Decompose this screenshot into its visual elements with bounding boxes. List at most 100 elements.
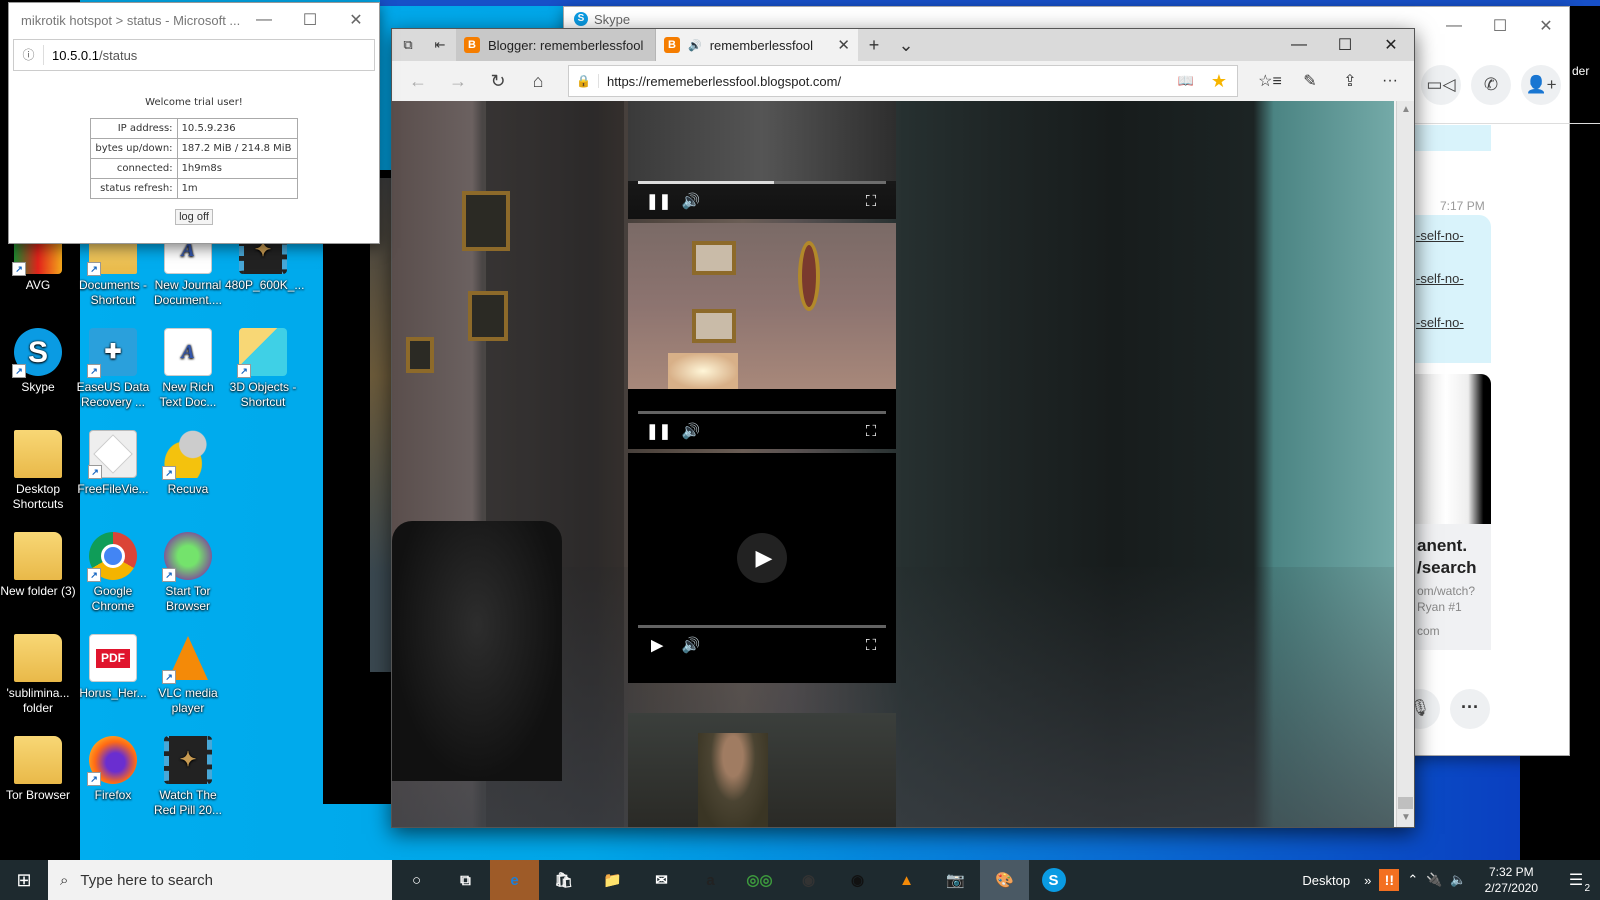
page-content[interactable]: ❚❚ 🔊 ⛶ ❚❚ 🔊 ⛶ ▶ ▶ 🔊 ⛶ (392, 101, 1394, 827)
video-progress-bar[interactable] (638, 181, 886, 184)
favorite-star-icon[interactable]: ★ (1201, 71, 1237, 92)
refresh-button[interactable]: ↻ (478, 63, 518, 99)
reading-view-icon[interactable]: 📖 (1171, 73, 1201, 89)
volume-icon[interactable]: 🔊 (680, 421, 702, 443)
video-progress-bar[interactable] (638, 411, 886, 414)
video-player[interactable] (628, 713, 896, 827)
taskbar-app-camera[interactable]: 📷 (931, 860, 980, 900)
desktop-icon[interactable]: ↗ 3D Objects - Shortcut (225, 328, 301, 410)
maximize-button[interactable]: ☐ (1477, 11, 1523, 41)
skype-link-preview-card[interactable]: anent. /search om/watch? Ryan #1 com (1415, 524, 1491, 650)
show-hidden-icons-chevron-up-icon[interactable]: ⌃ (1407, 872, 1418, 888)
edge-browser-window[interactable]: ⧉ ⇤ B Blogger: rememberlessfool B 🔊 reme… (391, 28, 1415, 828)
fullscreen-icon[interactable]: ⛶ (860, 635, 882, 657)
hotspot-titlebar[interactable]: mikrotik hotspot > status - Microsoft ..… (9, 3, 379, 37)
web-notes-icon[interactable]: ✎ (1290, 63, 1330, 99)
minimize-button[interactable]: — (241, 3, 287, 37)
info-icon[interactable]: ⓘ (14, 45, 44, 65)
fullscreen-icon[interactable]: ⛶ (860, 191, 882, 213)
fullscreen-icon[interactable]: ⛶ (860, 421, 882, 443)
url-text[interactable]: 10.5.0.1/status (44, 48, 137, 63)
tab-rememberlessfool[interactable]: B 🔊 rememberlessfool ✕ (656, 29, 858, 61)
taskbar-search-box[interactable]: ⌕ Type here to search (48, 860, 392, 900)
pause-icon[interactable]: ❚❚ (646, 191, 671, 213)
skype-message-link[interactable]: -self-no- (1416, 271, 1464, 286)
skype-message-link[interactable]: -self-no- (1416, 315, 1464, 330)
video-call-icon[interactable]: ▭◁ (1421, 65, 1461, 105)
lock-icon[interactable]: 🔒 (569, 74, 599, 88)
taskbar-app-paint[interactable]: 🎨 (980, 860, 1029, 900)
power-icon[interactable]: 🔌 (1426, 872, 1442, 888)
log-off-button[interactable]: log off (175, 209, 213, 225)
volume-icon[interactable]: 🔊 (680, 635, 702, 657)
taskbar-app-task-view[interactable]: ⧉ (441, 860, 490, 900)
close-button[interactable]: ✕ (1368, 29, 1414, 61)
share-icon[interactable]: ⇪ (1330, 63, 1370, 99)
set-aside-tabs-icon[interactable]: ⧉ (392, 29, 424, 61)
skype-link-preview-image[interactable] (1415, 374, 1491, 524)
taskbar-app-tripadvisor[interactable]: ◎◎ (735, 860, 784, 900)
taskbar-app-vlc[interactable]: ▲ (882, 860, 931, 900)
scrollbar-thumb[interactable] (1398, 797, 1413, 809)
home-button[interactable]: ⌂ (518, 63, 558, 99)
desktop-icon[interactable]: Tor Browser (0, 736, 76, 803)
audio-call-icon[interactable]: ✆ (1471, 65, 1511, 105)
desktop-icon[interactable]: ✦ Watch The Red Pill 20... (150, 736, 226, 818)
taskbar-app-file-explorer[interactable]: 📁 (588, 860, 637, 900)
add-people-icon[interactable]: 👤+ (1521, 65, 1561, 105)
taskbar-app-skype[interactable]: S (1029, 860, 1078, 900)
desktop-icon[interactable]: A New Rich Text Doc... (150, 328, 226, 410)
desktop-icon[interactable]: ↗ Google Chrome (75, 532, 151, 614)
back-button[interactable]: ← (398, 63, 438, 99)
taskbar-app-store[interactable]: 🛍 (539, 860, 588, 900)
scroll-down-arrow[interactable]: ▼ (1397, 809, 1415, 827)
minimize-button[interactable]: — (1276, 29, 1322, 61)
desktop-icon[interactable]: ↗ Recuva (150, 430, 226, 497)
close-tab-icon[interactable]: ✕ (837, 36, 850, 54)
tabs-aside-icon[interactable]: ⇤ (424, 29, 456, 61)
skype-message-link[interactable]: -self-no- (1416, 228, 1464, 243)
taskbar-app-amazon[interactable]: a (686, 860, 735, 900)
taskbar-app-mail[interactable]: ✉ (637, 860, 686, 900)
play-icon[interactable]: ▶ (646, 635, 668, 657)
video-player[interactable]: ▶ ▶ 🔊 ⛶ (628, 453, 896, 683)
maximize-button[interactable]: ☐ (1322, 29, 1368, 61)
hotspot-status-window[interactable]: mikrotik hotspot > status - Microsoft ..… (8, 2, 380, 244)
tab-list-button[interactable]: ⌄ (890, 29, 922, 61)
address-bar[interactable]: ⓘ 10.5.0.1/status (13, 39, 375, 71)
tab-audio-icon[interactable]: 🔊 (688, 39, 702, 52)
taskbar-app-edge[interactable]: e (490, 860, 539, 900)
new-tab-button[interactable]: + (858, 29, 890, 61)
alert-tray-icon[interactable]: !! (1379, 869, 1400, 891)
clock[interactable]: 7:32 PM 2/27/2020 (1485, 864, 1538, 896)
vertical-scrollbar[interactable]: ▲ ▼ (1396, 101, 1414, 827)
taskbar-app-color-app[interactable]: ◉ (833, 860, 882, 900)
taskbar-app-cortana[interactable]: ○ (392, 860, 441, 900)
desktop-toolbar-label[interactable]: Desktop (1302, 873, 1350, 888)
desktop-icon[interactable]: S ↗ Skype (0, 328, 76, 395)
address-bar[interactable]: 🔒 https://rememeberlessfool.blogspot.com… (568, 65, 1238, 97)
video-player[interactable]: ❚❚ 🔊 ⛶ (628, 101, 896, 219)
tab-blogger[interactable]: B Blogger: rememberlessfool (456, 29, 656, 61)
forward-button[interactable]: → (438, 63, 478, 99)
favorites-icon[interactable]: ☆≡ (1250, 63, 1290, 99)
big-play-button[interactable]: ▶ (737, 533, 787, 583)
url-text[interactable]: https://rememeberlessfool.blogspot.com/ (599, 74, 1171, 89)
video-progress-bar[interactable] (638, 625, 886, 628)
volume-icon[interactable]: 🔊 (680, 191, 702, 213)
action-center-icon[interactable]: ☰ 2 (1556, 870, 1596, 894)
scroll-up-arrow[interactable]: ▲ (1397, 101, 1415, 119)
minimize-button[interactable]: — (1431, 11, 1477, 41)
desktop-icon[interactable]: ↗ Start Tor Browser (150, 532, 226, 614)
desktop-icon[interactable]: ✚ ↗ EaseUS Data Recovery ... (75, 328, 151, 410)
taskbar-app-camera-app[interactable]: ◉ (784, 860, 833, 900)
close-button[interactable]: ✕ (333, 3, 379, 37)
desktop-icon[interactable]: PDF Horus_Her... (75, 634, 151, 701)
pause-icon[interactable]: ❚❚ (646, 421, 671, 443)
close-button[interactable]: ✕ (1523, 11, 1569, 41)
desktop-icon[interactable]: Desktop Shortcuts (0, 430, 76, 512)
volume-icon[interactable]: 🔈 (1450, 872, 1466, 888)
start-button[interactable]: ⊞ (0, 860, 48, 900)
more-options-icon[interactable]: ··· (1450, 689, 1490, 729)
video-player[interactable]: ❚❚ 🔊 ⛶ (628, 223, 896, 449)
